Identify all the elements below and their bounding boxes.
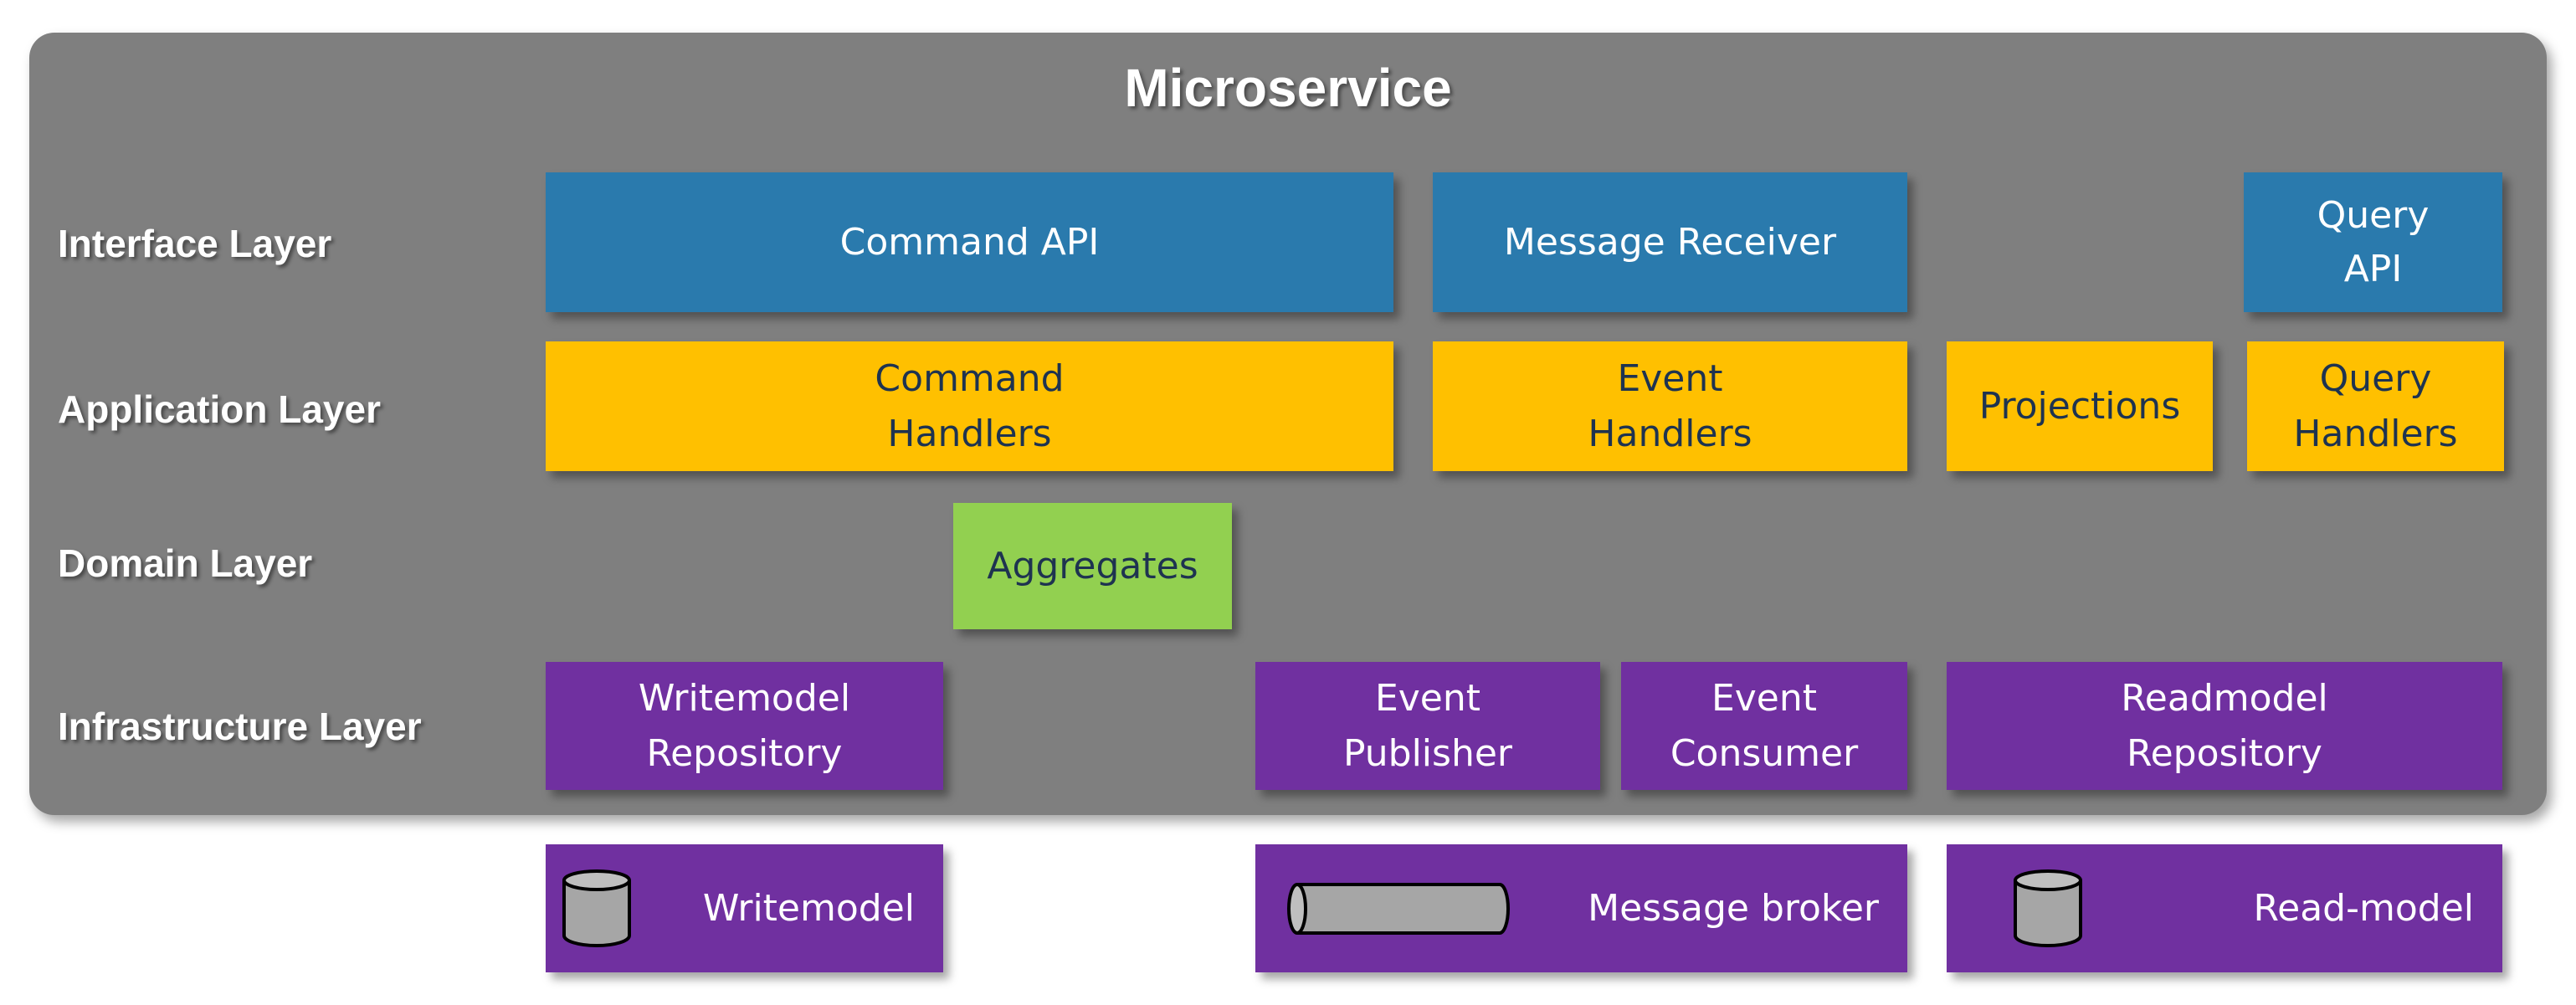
diagram-title: Microservice — [1124, 58, 1452, 118]
layer-label-application: Application Layer — [58, 387, 381, 431]
writemodel-store-box: Writemodel — [546, 844, 943, 972]
projections-box: Projections — [1947, 341, 2213, 471]
database-cylinder-icon — [2014, 869, 2082, 947]
writemodel-store-label: Writemodel — [702, 886, 915, 930]
event-publisher-box: Event Publisher — [1255, 662, 1600, 790]
layer-label-interface: Interface Layer — [58, 222, 332, 265]
message-broker-label: Message broker — [1588, 886, 1879, 930]
layer-label-infrastructure: Infrastructure Layer — [58, 705, 422, 748]
command-api-box: Command API — [546, 172, 1393, 312]
readmodel-repository-box: Readmodel Repository — [1947, 662, 2502, 790]
database-cylinder-icon — [562, 869, 631, 947]
layer-label-domain: Domain Layer — [58, 541, 313, 585]
message-broker-box: Message broker — [1255, 844, 1907, 972]
readmodel-store-label: Read-model — [2253, 886, 2474, 930]
message-receiver-box: Message Receiver — [1433, 172, 1907, 312]
event-handlers-box: Event Handlers — [1433, 341, 1907, 471]
query-api-box: Query API — [2244, 172, 2502, 312]
writemodel-repository-box: Writemodel Repository — [546, 662, 943, 790]
command-handlers-box: Command Handlers — [546, 341, 1393, 471]
aggregates-box: Aggregates — [953, 503, 1232, 629]
event-consumer-box: Event Consumer — [1621, 662, 1907, 790]
query-handlers-box: Query Handlers — [2247, 341, 2504, 471]
readmodel-store-box: Read-model — [1947, 844, 2502, 972]
pipe-queue-icon — [1287, 882, 1510, 935]
